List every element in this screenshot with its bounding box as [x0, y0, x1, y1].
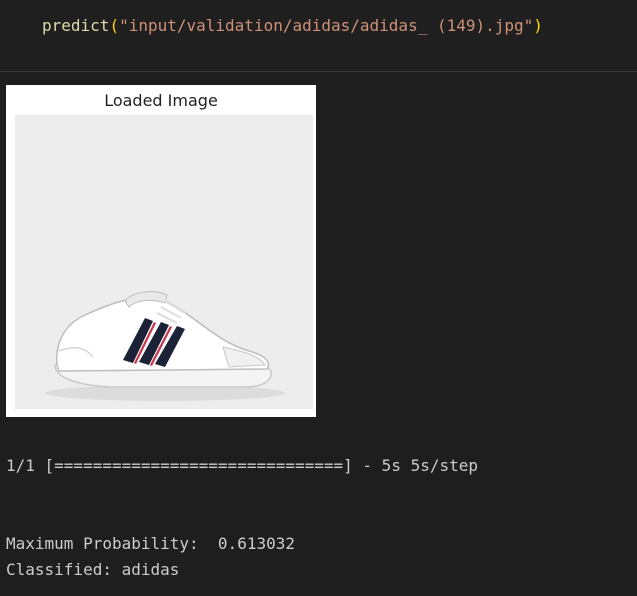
- code-open-paren: (: [109, 16, 120, 35]
- classification-output: Classified: adidas: [6, 560, 180, 579]
- code-function-name: predict: [42, 16, 110, 35]
- code-string-argument: "input/validation/adidas/adidas_ (149).j…: [119, 16, 534, 35]
- code-close-paren: ): [533, 16, 543, 35]
- sneaker-image: [45, 291, 285, 401]
- loaded-image: [15, 115, 313, 409]
- figure-title: Loaded Image: [104, 91, 218, 110]
- cell-output: Loaded Image 1/1 [======================…: [0, 73, 637, 596]
- progress-output: 1/1 [==============================] - 5…: [6, 456, 479, 475]
- matplotlib-figure: Loaded Image: [6, 85, 316, 417]
- probability-output: Maximum Probability: 0.613032: [6, 534, 295, 553]
- code-cell-input[interactable]: predict("input/validation/adidas/adidas_…: [0, 0, 637, 72]
- code-line[interactable]: predict("input/validation/adidas/adidas_…: [42, 15, 543, 37]
